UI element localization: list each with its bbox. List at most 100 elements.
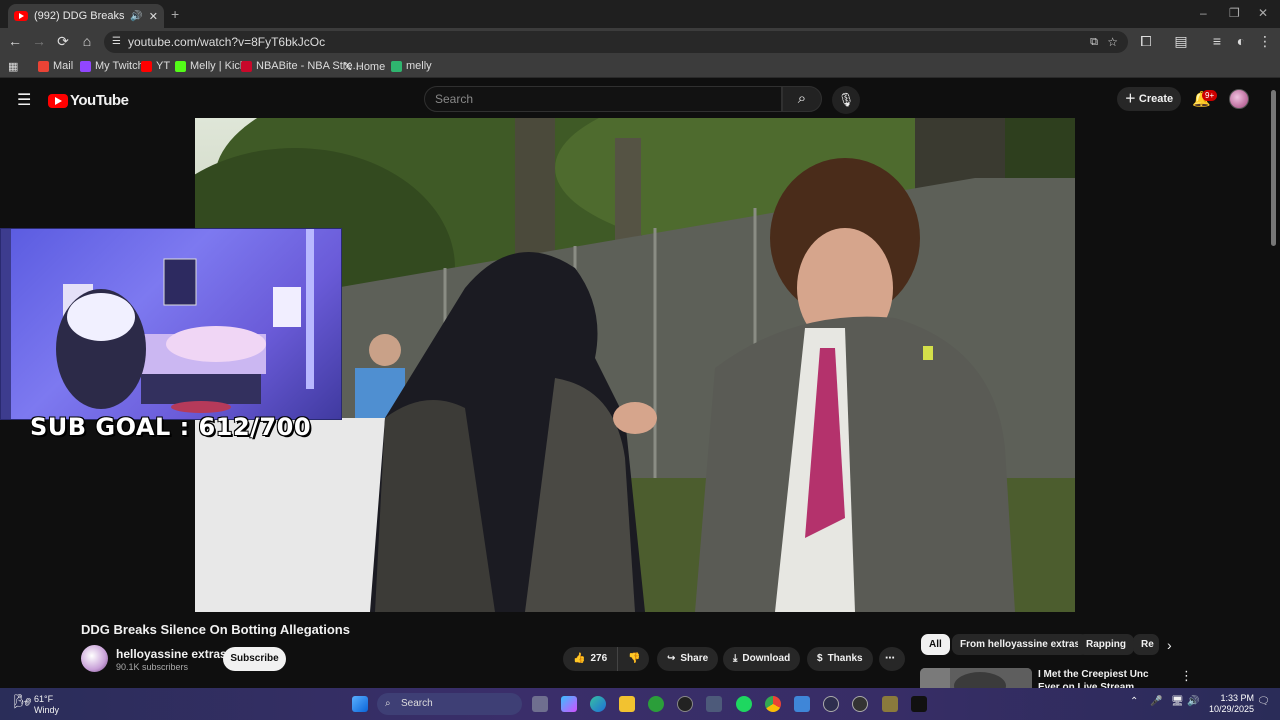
- chrome-icon[interactable]: [765, 696, 781, 712]
- youtube-icon: [141, 60, 152, 72]
- youtube-favicon-icon: [14, 11, 28, 21]
- chip-rapping[interactable]: Rapping: [1078, 634, 1134, 655]
- close-tab-icon[interactable]: ✕: [149, 10, 158, 23]
- subscribe-button[interactable]: Subscribe: [223, 647, 286, 671]
- search-input[interactable]: Search: [424, 86, 782, 112]
- thanks-button[interactable]: $ Thanks: [807, 647, 873, 671]
- xbox-icon[interactable]: [648, 696, 664, 712]
- app-thumbnail-icon[interactable]: [882, 696, 898, 712]
- clock-time: 1:33 PM: [1220, 693, 1255, 703]
- speaker-icon[interactable]: 🔊: [130, 11, 142, 22]
- url-text: youtube.com/watch?v=8FyT6bkJcOc: [128, 35, 326, 49]
- spotify-icon[interactable]: [736, 696, 752, 712]
- close-window-icon[interactable]: ✕: [1258, 6, 1268, 20]
- create-button[interactable]: ＋ Create: [1117, 87, 1181, 111]
- search-button[interactable]: ⌕: [782, 86, 822, 112]
- nba-icon: [241, 60, 252, 72]
- melly-icon: [391, 60, 402, 72]
- copilot-icon[interactable]: [561, 696, 577, 712]
- browser-tab[interactable]: (992) DDG Breaks Silence O 🔊 ✕: [8, 4, 164, 28]
- store-icon[interactable]: [706, 696, 722, 712]
- bookmark-star-icon[interactable]: ☆: [1107, 31, 1118, 53]
- chip-all[interactable]: All: [921, 634, 950, 655]
- notification-count-badge: 9+: [1202, 90, 1218, 101]
- extensions-icon[interactable]: ⧠: [1137, 33, 1155, 50]
- share-button[interactable]: ↪ Share: [657, 647, 719, 671]
- plus-icon: ＋: [1124, 93, 1136, 105]
- weather-icon[interactable]: 🌬: [14, 693, 32, 710]
- forward-icon[interactable]: →: [30, 33, 48, 49]
- apps-icon[interactable]: ▦: [8, 60, 18, 73]
- address-toolbar: ← → ⟳ ⌂ ☰ youtube.com/watch?v=8FyT6bkJcO…: [0, 28, 1280, 56]
- windows-taskbar: 🌬 61°F Windy ⌕ Search ⌃ 🎤 🖥 🔊 🗨: [0, 688, 1280, 720]
- url-field[interactable]: ☰ youtube.com/watch?v=8FyT6bkJcOc ⧉ ☆: [104, 31, 1128, 53]
- tray-network-icon[interactable]: 🖥: [1171, 696, 1184, 707]
- download-button[interactable]: ⤓ Download: [723, 647, 801, 671]
- media-player-icon[interactable]: [823, 696, 839, 712]
- chip-from-channel[interactable]: From helloyassine extras: [952, 634, 1089, 655]
- bookmark-mail[interactable]: Mail: [38, 60, 73, 72]
- share-icon: ↪: [667, 653, 676, 664]
- restore-icon[interactable]: ❐: [1229, 6, 1240, 20]
- photos-icon[interactable]: [794, 696, 810, 712]
- tray-notification-icon[interactable]: 🗨: [1257, 696, 1270, 707]
- dislike-button[interactable]: 👎: [617, 647, 649, 671]
- subscriber-count: 90.1K subscribers: [116, 662, 189, 672]
- bookmark-home-x[interactable]: 𝕏 Home: [343, 60, 385, 74]
- home-icon[interactable]: ⌂: [78, 33, 96, 49]
- voice-search-button[interactable]: 🎙: [832, 86, 860, 114]
- bookmark-melly-kick[interactable]: Melly | Kick: [175, 60, 245, 72]
- thumbs-up-icon: 👍: [573, 653, 586, 664]
- media-icon[interactable]: ▤: [1172, 33, 1190, 50]
- youtube-logo-icon: [48, 93, 68, 108]
- taskbar-clock[interactable]: 1:33 PM 10/29/2025: [1209, 693, 1254, 715]
- tray-chevron-icon[interactable]: ⌃: [1130, 696, 1138, 707]
- bookmark-my-twitch[interactable]: My Twitch: [80, 60, 144, 72]
- github-icon[interactable]: [677, 696, 693, 712]
- channel-avatar[interactable]: [81, 645, 108, 672]
- like-button[interactable]: 👍 276: [563, 647, 617, 671]
- tab-title: (992) DDG Breaks Silence O: [34, 10, 125, 22]
- menu-dots-icon[interactable]: ⋮: [1256, 33, 1274, 50]
- profile-icon[interactable]: ◐: [1232, 33, 1250, 49]
- reload-icon[interactable]: ⟳: [54, 33, 72, 50]
- minimize-icon[interactable]: –: [1200, 6, 1207, 20]
- chip-recent[interactable]: Re: [1133, 634, 1159, 655]
- bookmark-yt[interactable]: YT: [141, 60, 170, 72]
- reading-list-icon[interactable]: ≡: [1208, 33, 1226, 49]
- file-explorer-icon[interactable]: [619, 696, 635, 712]
- tray-volume-icon[interactable]: 🔊: [1187, 696, 1199, 707]
- thanks-icon: $: [817, 653, 823, 664]
- back-icon[interactable]: ←: [6, 33, 24, 49]
- tray-mic-icon[interactable]: 🎤: [1150, 696, 1162, 707]
- recommended-video-thumbnail[interactable]: [920, 668, 1032, 690]
- microphone-icon: 🎙: [837, 92, 855, 107]
- app-obs-icon[interactable]: [911, 696, 927, 712]
- gmail-icon: [38, 60, 49, 72]
- channel-name[interactable]: helloyassine extras: [116, 647, 227, 661]
- browser-tab-bar: (992) DDG Breaks Silence O 🔊 ✕ + – ❐ ✕: [0, 0, 1280, 28]
- video-title: DDG Breaks Silence On Botting Allegation…: [81, 622, 350, 637]
- youtube-header: ☰ YouTube Search ⌕ 🎙 ＋ Create 🔔: [0, 80, 1280, 118]
- more-vertical-icon[interactable]: ⋮: [1180, 668, 1193, 684]
- kick-icon: [175, 60, 186, 72]
- bookmarks-bar: ▦ Mail My Twitch YT Melly | Kick NBABite…: [0, 56, 1280, 78]
- account-avatar[interactable]: [1229, 89, 1249, 109]
- edge-icon[interactable]: [590, 696, 606, 712]
- site-info-icon[interactable]: ☰: [112, 31, 121, 53]
- chevron-right-icon[interactable]: ›: [1167, 637, 1172, 653]
- recommended-video-title[interactable]: I Met the Creepiest Unc Ever on Live Str…: [1038, 668, 1170, 690]
- more-actions-button[interactable]: ⋯: [879, 647, 905, 671]
- bookmark-melly[interactable]: melly: [391, 60, 432, 72]
- windows-start-icon[interactable]: [352, 696, 368, 712]
- guide-menu-icon[interactable]: ☰: [17, 90, 31, 110]
- task-view-icon[interactable]: [532, 696, 548, 712]
- more-horizontal-icon: ⋯: [885, 653, 895, 664]
- page-scrollbar-thumb[interactable]: [1271, 90, 1276, 246]
- youtube-logo[interactable]: YouTube: [48, 92, 129, 109]
- install-icon[interactable]: ⧉: [1090, 31, 1098, 53]
- taskbar-search[interactable]: ⌕ Search: [377, 693, 522, 715]
- sub-goal-overlay: SUB GOAL : 612/700: [30, 413, 312, 441]
- new-tab-icon[interactable]: +: [171, 6, 179, 22]
- app-arrow-icon[interactable]: [852, 696, 868, 712]
